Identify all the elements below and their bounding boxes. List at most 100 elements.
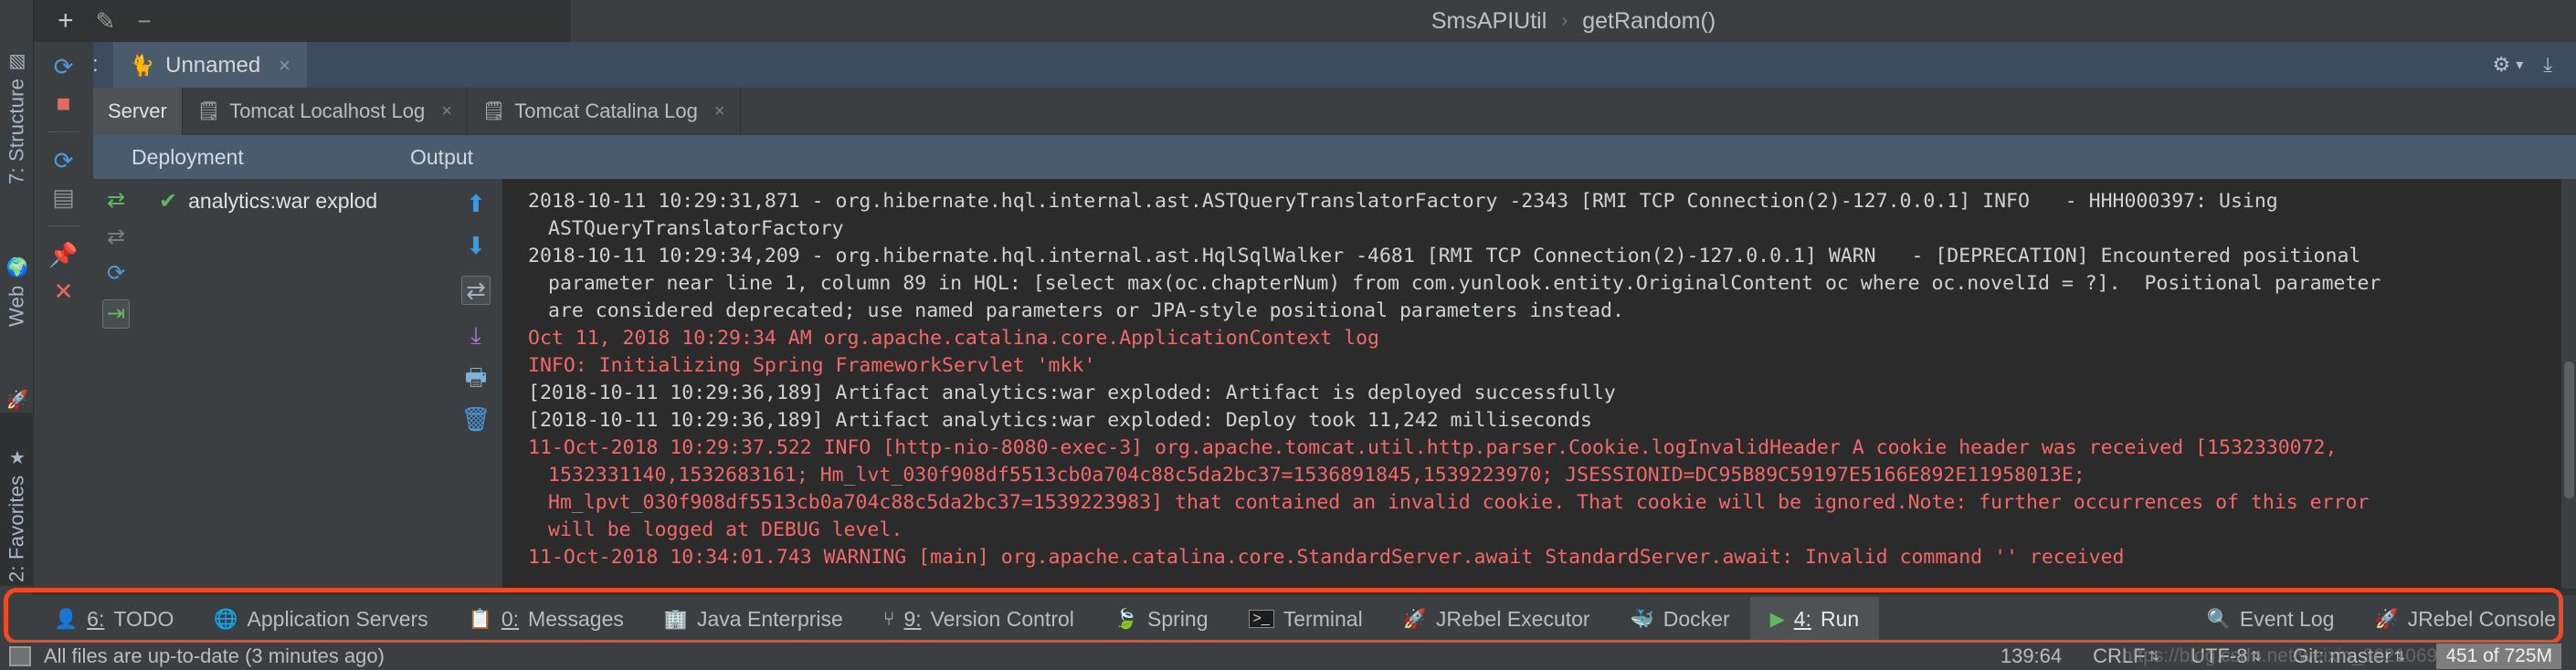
tab-tomcat-localhost-log[interactable]: 🗒 Tomcat Localhost Log × [183,88,468,135]
undeploy-icon[interactable]: ⇄ [107,226,125,248]
rerun-icon[interactable]: ⟳ [54,55,74,79]
breadcrumb-class[interactable]: SmsAPIUtil [1431,8,1547,35]
branch-label: Git: master [2293,644,2391,667]
tool-button-spring[interactable]: 🍃 Spring [1094,597,1229,641]
console-line: [2018-10-11 10:29:36,189] Artifact analy… [528,409,1592,432]
redeploy-icon[interactable]: ⟳ [107,263,125,285]
close-icon[interactable]: × [714,101,725,122]
status-line-separator[interactable]: CRLF ⇅ [2093,644,2159,668]
tool-button-mnemonic: 4: [1793,606,1811,631]
run-play-icon: ▶ [1769,608,1785,630]
sidebar-item-structure[interactable]: 7: Structure ▧ [0,5,34,188]
breadcrumb-method[interactable]: getRandom() [1582,8,1716,35]
tool-button-version-control[interactable]: ⑂ 9: Version Control [863,597,1094,641]
edit-pencil-icon[interactable]: ✎ [96,9,116,33]
docker-whale-icon: 🐳 [1630,608,1654,630]
tool-button-run[interactable]: ▶ 4: Run [1749,597,1880,641]
run-tool-window-header: Run: 🐈 Unnamed × ⚙ ▾ ⤓ [34,42,2576,88]
chevron-updown-icon: ⇅ [2393,649,2406,665]
deploy-all-icon[interactable]: ⇄ [107,190,125,212]
status-encoding[interactable]: UTF-8 ⇅ [2191,644,2262,668]
tool-button-terminal[interactable]: >_ Terminal [1229,597,1383,641]
sidebar-item-favorites[interactable]: 2: Favorites ★ [0,413,34,586]
tab-label: Tomcat Catalina Log [514,99,698,122]
tool-button-java-enterprise[interactable]: 🏢 Java Enterprise [644,597,863,641]
tab-server[interactable]: Server [93,88,183,135]
tool-button-label: Event Log [2239,606,2335,631]
console-line: 2018-10-11 10:29:34,209 - org.hibernate.… [528,245,2361,267]
console-output[interactable]: 2018-10-11 10:29:31,871 - org.hibernate.… [502,179,2576,595]
gear-icon[interactable]: ⚙ [2493,53,2511,77]
console-line: will be logged at DEBUG level. [548,518,903,541]
tool-button-label: TODO [113,606,174,631]
tool-button-todo[interactable]: 👤 6: TODO [34,597,194,641]
chevron-down-icon[interactable]: ▾ [2516,56,2523,74]
console-line: INFO: Initializing Spring FrameworkServl… [528,354,1096,377]
trash-icon[interactable]: 🗑 [460,407,491,431]
console-line: 11-Oct-2018 10:29:37.522 INFO [http-nio-… [528,436,2338,459]
log-file-icon: 🗒 [481,101,506,121]
deployment-list[interactable]: ✔ analytics:war explod [139,179,450,595]
success-check-icon: ✔ [159,189,178,214]
status-bar-right: https://blog.csdn.net/weixin_36210698 13… [2001,644,2576,669]
stop-icon[interactable]: ■ [57,91,71,115]
tool-button-mnemonic: 0: [501,606,520,631]
tab-label: Tomcat Localhost Log [229,99,426,122]
tool-button-messages[interactable]: 📋 0: Messages [449,597,644,641]
up-arrow-icon[interactable]: ⬆ [466,192,486,215]
run-tab-unnamed[interactable]: 🐈 Unnamed × [112,42,308,88]
status-memory-indicator[interactable]: 451 of 725M [2436,644,2561,669]
tool-button-label: Version Control [930,606,1074,631]
status-bar: All files are up-to-date (3 minutes ago)… [0,643,2576,670]
console-line: 11-Oct-2018 10:34:01.743 WARNING [main] … [528,546,2125,569]
status-bar-message: All files are up-to-date (3 minutes ago) [44,644,385,667]
update-icon[interactable]: ⇥ [101,299,131,329]
sidebar-item-label: 7: Structure [5,78,28,184]
console-scrollbar[interactable] [2561,179,2576,595]
print-icon[interactable]: 🖶 [465,365,488,389]
tool-button-label: JRebel Console [2407,606,2556,631]
tab-label: Server [108,99,167,122]
status-caret-position[interactable]: 139:64 [2001,644,2062,668]
tab-tomcat-catalina-log[interactable]: 🗒 Tomcat Catalina Log × [468,88,741,135]
add-icon[interactable]: + [58,7,74,35]
tool-button-mnemonic: 6: [87,606,105,631]
scroll-to-end-icon[interactable]: ⤓ [470,323,481,347]
deployment-item-label: analytics:war explod [188,189,378,213]
status-git-branch[interactable]: Git: master ⇅ [2293,644,2405,668]
console-subtabs: Server 🗒 Tomcat Localhost Log × 🗒 Tomcat… [34,88,2576,135]
down-arrow-icon[interactable]: ⬇ [466,234,486,257]
tool-button-application-servers[interactable]: 🌐 Application Servers [194,597,448,641]
tool-button-jrebel-executor[interactable]: 🚀 JRebel Executor [1383,597,1610,641]
close-icon[interactable]: × [279,54,290,78]
console-line: Oct 11, 2018 10:29:34 AM org.apache.cata… [528,327,1379,350]
tool-button-label: Run [1820,606,1860,631]
tool-button-docker[interactable]: 🐳 Docker [1610,597,1750,641]
panel-column-headers: Deployment Output [34,135,2576,179]
scrollbar-thumb[interactable] [2564,361,2574,498]
close-icon[interactable]: × [441,101,452,122]
soft-wrap-icon[interactable]: ⇄ [461,276,491,305]
encoding-label: UTF-8 [2191,644,2248,667]
column-header-output: Output [410,144,474,169]
tool-button-event-log[interactable]: 🔍 Event Log [2187,597,2355,641]
tool-button-jrebel-console[interactable]: 🚀 JRebel Console [2354,597,2576,641]
chevron-updown-icon: ⇅ [2250,649,2263,665]
status-bar-toggle-icon[interactable] [9,646,31,666]
tool-button-label: Spring [1147,606,1209,631]
tool-button-label: Application Servers [247,606,428,631]
rerun-blue-icon[interactable]: ⟳ [54,149,74,173]
close-icon[interactable]: ✕ [54,279,74,303]
messages-icon: 📋 [468,608,492,630]
settings-screen-icon[interactable]: ▤ [52,185,75,209]
run-tab-label: Unnamed [165,53,261,78]
java-enterprise-icon: 🏢 [663,608,689,630]
deployment-item-analytics-war[interactable]: ✔ analytics:war explod [139,179,449,215]
remove-icon[interactable]: − [137,9,151,33]
run-control-gutter: ⟳ ■ ⟳ ▤ 📌 ✕ [34,42,93,595]
download-icon[interactable]: ⤓ [2543,53,2552,77]
pin-icon[interactable]: 📌 [48,243,78,267]
terminal-icon: >_ [1248,610,1274,628]
tool-button-mnemonic: 9: [903,606,922,631]
sidebar-item-web[interactable]: Web 🌍 [0,203,34,330]
